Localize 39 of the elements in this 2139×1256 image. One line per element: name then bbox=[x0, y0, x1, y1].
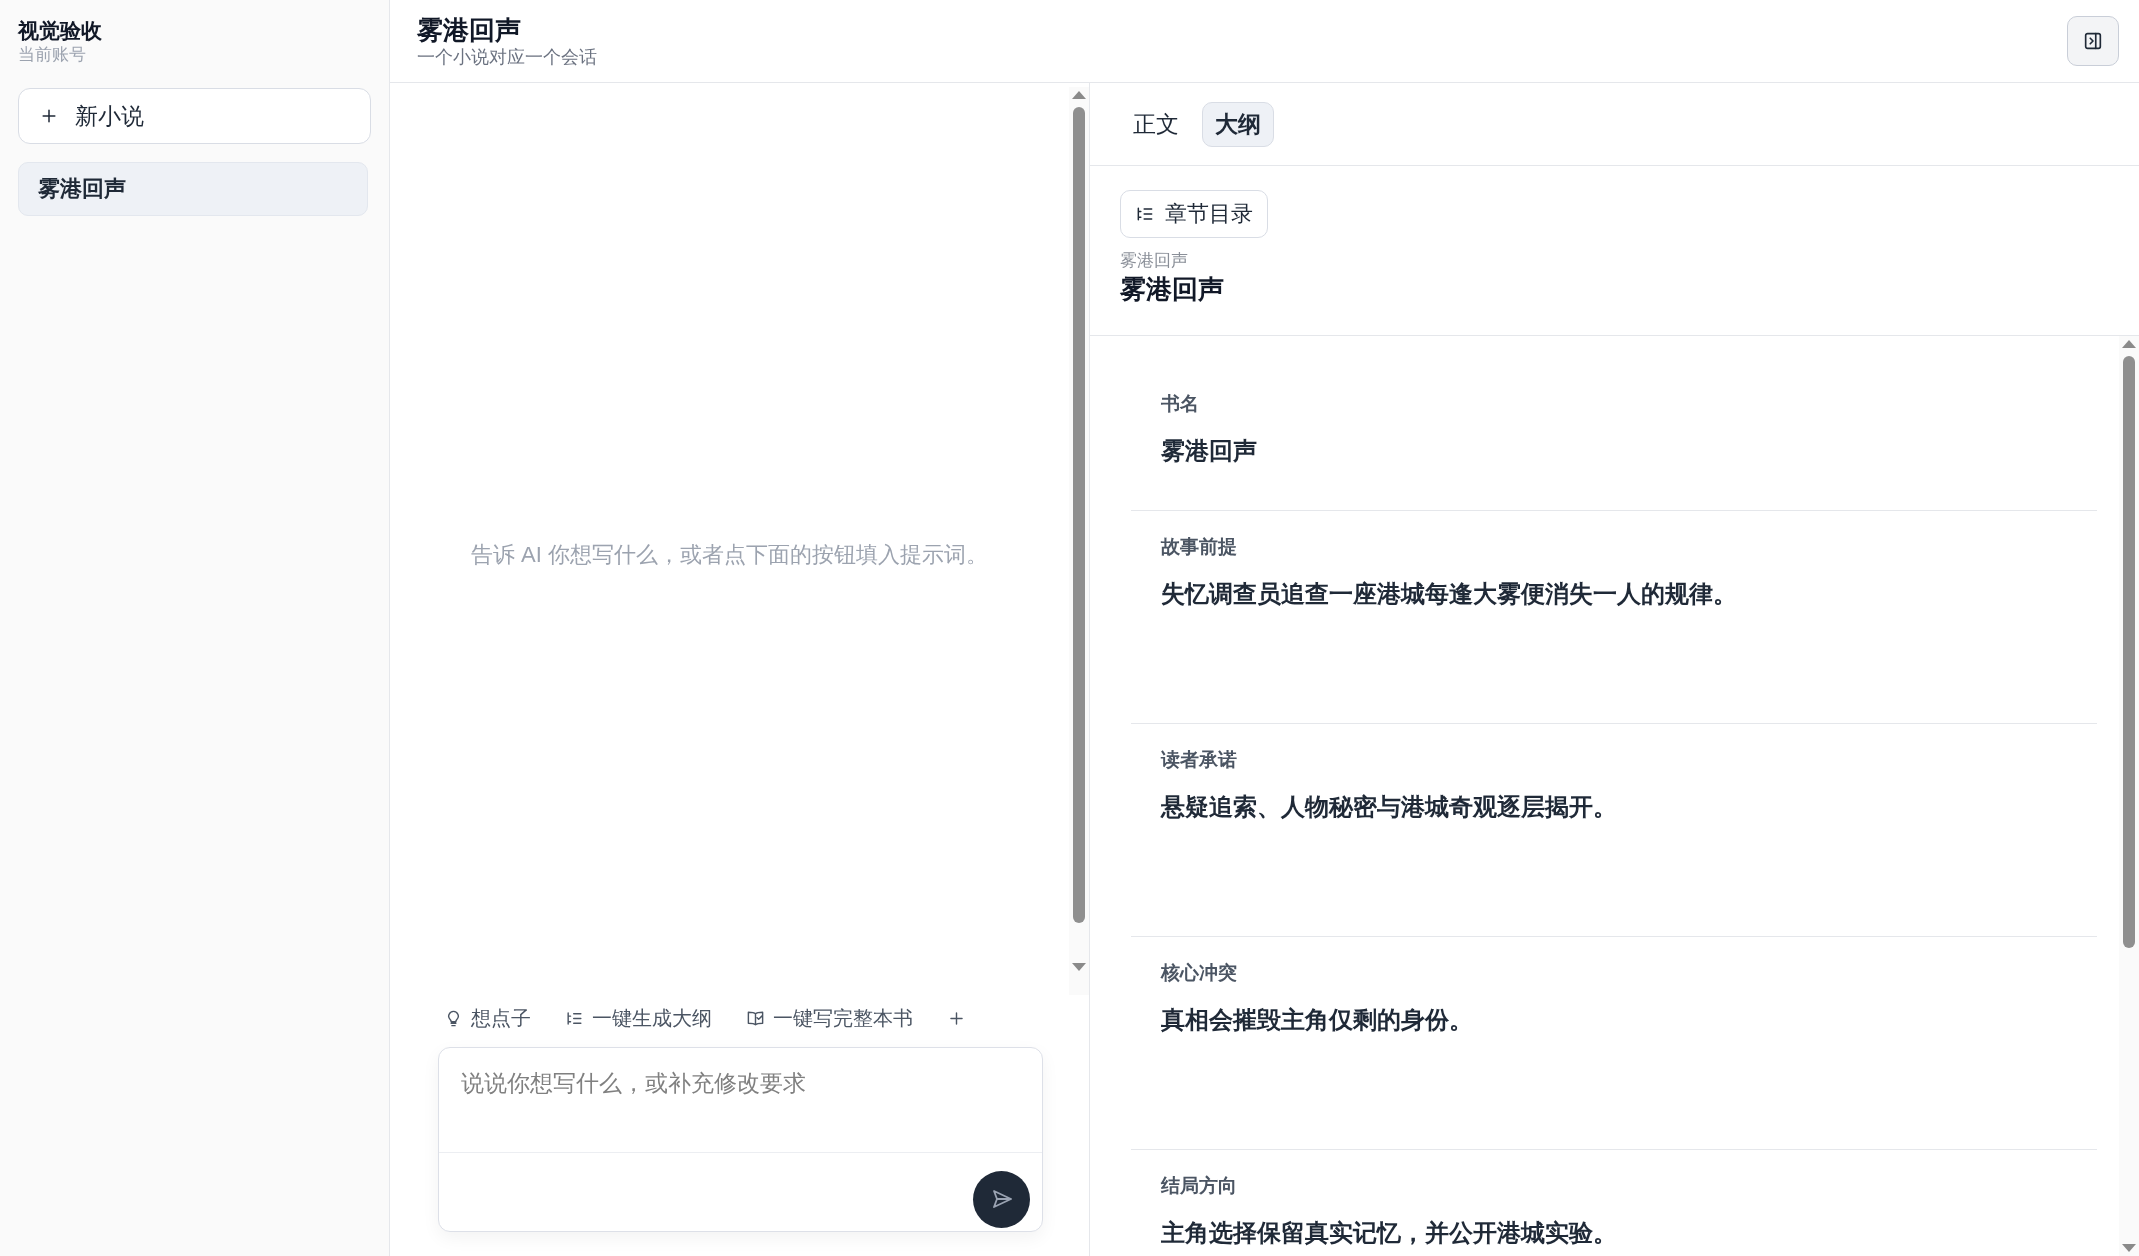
field-value[interactable]: 失忆调查员追查一座港城每逢大雾便消失一人的规律。 bbox=[1161, 579, 1737, 609]
tab[interactable]: 大纲 bbox=[1202, 101, 1274, 147]
document-title: 雾港回声 bbox=[1120, 273, 1224, 306]
send-button[interactable] bbox=[973, 1170, 1030, 1228]
novel-title: 雾港回声 bbox=[417, 14, 521, 46]
field-label: 书名 bbox=[1161, 392, 1199, 416]
scroll-up-icon[interactable] bbox=[1072, 91, 1086, 99]
field-value[interactable]: 真相会摧毁主角仅剩的身份。 bbox=[1161, 1005, 1473, 1035]
breadcrumb: 雾港回声 bbox=[1120, 250, 1188, 272]
field-label: 故事前提 bbox=[1161, 535, 1237, 559]
tab[interactable]: 正文 bbox=[1120, 101, 1192, 147]
scroll-up-icon[interactable] bbox=[2122, 340, 2136, 348]
scroll-down-icon[interactable] bbox=[1072, 963, 1086, 971]
field-label: 结局方向 bbox=[1161, 1174, 1237, 1198]
panel-icon bbox=[2082, 30, 2104, 52]
field-value[interactable]: 悬疑追索、人物秘密与港城奇观逐层揭开。 bbox=[1161, 792, 1617, 822]
novel-item[interactable]: 雾港回声 bbox=[18, 162, 368, 216]
field-value[interactable]: 主角选择保留真实记忆，并公开港城实验。 bbox=[1161, 1218, 1617, 1248]
book-check-icon bbox=[746, 1008, 765, 1028]
field-label: 核心冲突 bbox=[1161, 961, 1237, 985]
panel-toggle-button[interactable] bbox=[2067, 16, 2119, 66]
scrollbar[interactable] bbox=[1069, 87, 1089, 995]
quick-action-button[interactable]: 一键写完整本书 bbox=[746, 1004, 913, 1032]
new-novel-button[interactable]: 新小说 bbox=[18, 88, 371, 144]
empty-hint: 告诉 AI 你想写什么，或者点下面的按钮填入提示词。 bbox=[471, 540, 988, 569]
field-label: 读者承诺 bbox=[1161, 748, 1237, 772]
scrollbar-thumb[interactable] bbox=[1073, 107, 1085, 923]
quick-action-button[interactable]: 想点子 bbox=[444, 1004, 531, 1032]
scrollbar[interactable] bbox=[2119, 336, 2139, 1256]
account-name: 视觉验收 bbox=[18, 18, 102, 44]
session-note: 一个小说对应一个会话 bbox=[417, 46, 597, 68]
message-field[interactable]: 说说你想写什么，或补充修改要求 bbox=[438, 1047, 1043, 1232]
account-label: 当前账号 bbox=[18, 44, 86, 66]
scroll-down-icon[interactable] bbox=[2122, 1244, 2136, 1252]
field-value[interactable]: 雾港回声 bbox=[1161, 436, 1257, 466]
list-icon bbox=[1135, 204, 1155, 224]
quick-action-button[interactable]: 一键生成大纲 bbox=[565, 1004, 712, 1032]
chapter-list-button[interactable]: 章节目录 bbox=[1120, 190, 1268, 238]
scrollbar-thumb[interactable] bbox=[2123, 356, 2135, 948]
